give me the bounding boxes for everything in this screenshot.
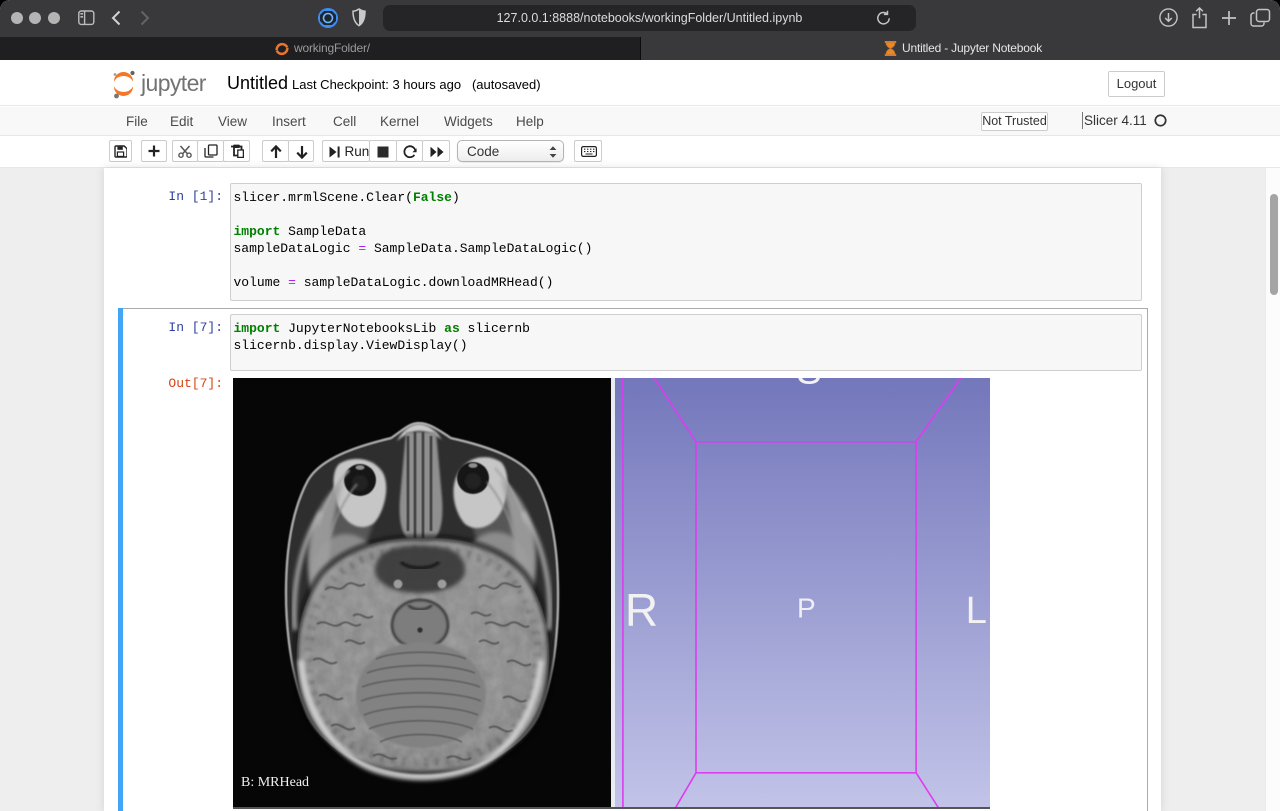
svg-text:P: P — [797, 593, 816, 624]
svg-text:S: S — [796, 378, 821, 393]
svg-text:B: MRHead: B: MRHead — [241, 775, 309, 790]
svg-text:R: R — [624, 584, 657, 636]
svg-text:L: L — [965, 590, 986, 632]
